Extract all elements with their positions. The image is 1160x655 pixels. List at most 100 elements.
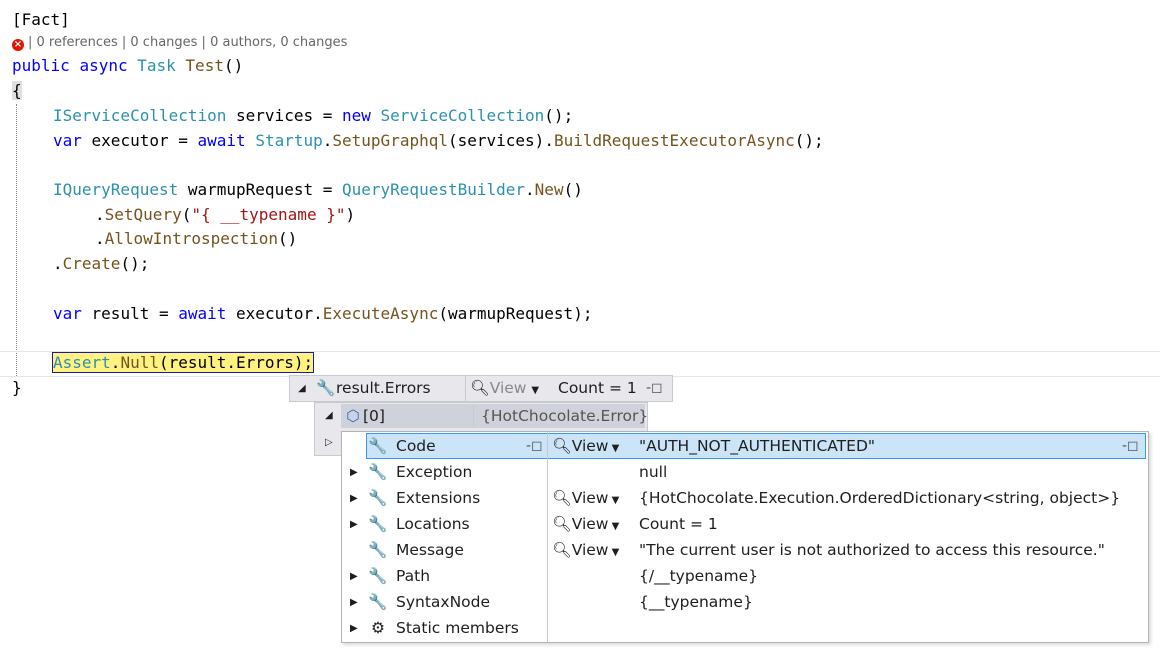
current-statement[interactable]: Assert.Null(result.Errors); xyxy=(51,352,315,373)
wrench-icon: 🔧 xyxy=(368,593,388,611)
codelens: × | 0 references | 0 changes | 0 authors,… xyxy=(12,34,347,52)
open-brace-text: { xyxy=(12,81,22,100)
datatip-row-static-members[interactable]: ▶ ⚙ Static members xyxy=(342,616,1148,642)
column-separator[interactable] xyxy=(465,376,466,401)
token: ) xyxy=(345,205,356,224)
datatip-row-locations[interactable]: ▶ 🔧 Locations 🔍︎View ▼ Count = 1 xyxy=(342,512,1148,538)
token: () xyxy=(563,180,583,199)
row-value[interactable]: {__typename} xyxy=(639,590,753,614)
row-value[interactable]: null xyxy=(639,460,667,484)
expand-arrow-icon[interactable]: ▶ xyxy=(350,467,358,478)
root-view-button[interactable]: 🔍︎View ▼ xyxy=(470,376,539,400)
view-button[interactable]: 🔍︎View ▼ xyxy=(552,434,619,458)
view-button[interactable]: 🔍︎View ▼ xyxy=(552,486,619,510)
datatip-row-path[interactable]: ▶ 🔧 Path {/__typename} xyxy=(342,564,1148,590)
token: QueryRequestBuilder xyxy=(342,180,526,199)
row-name: Code xyxy=(396,437,436,455)
code-line-services: IServiceCollection services = new Servic… xyxy=(53,104,573,128)
wrench-icon: 🔧 xyxy=(368,463,388,481)
datatip-members[interactable]: 🔧 Code -◻ -◻ 🔍︎View ▼ "AUTH_NOT_AUTHENTICATED… xyxy=(341,431,1149,643)
indent-guide xyxy=(16,104,17,376)
token: Null xyxy=(120,353,159,372)
method-signature: public async Task Test() xyxy=(12,54,243,78)
code-line-result: var result = await executor.ExecuteAsync… xyxy=(53,302,592,326)
expand-arrow-icon[interactable]: ▶ xyxy=(350,623,358,634)
collapse-arrow-icon[interactable]: ◢ xyxy=(298,383,306,394)
token: (); xyxy=(794,131,824,150)
token: SetQuery xyxy=(104,205,182,224)
datatip-row-extensions[interactable]: ▶ 🔧 Extensions 🔍︎View ▼ {HotChocolate.Execut… xyxy=(342,486,1148,512)
pin-icon[interactable]: -◻ xyxy=(526,434,543,458)
static-members-icon: ⚙ xyxy=(371,619,385,637)
view-label: View xyxy=(571,541,609,559)
dropdown-arrow-icon: ▼ xyxy=(531,385,540,396)
dropdown-arrow-icon: ▼ xyxy=(608,521,620,532)
token: ServiceCollection xyxy=(380,106,545,125)
method-parens: () xyxy=(223,56,244,75)
magnifier-icon: 🔍︎ xyxy=(470,379,490,397)
expand-arrow-icon[interactable]: ▶ xyxy=(350,493,358,504)
item-name-text: [0] xyxy=(363,407,385,425)
token: IServiceCollection xyxy=(53,106,227,125)
row-name: Message xyxy=(396,541,464,559)
magnifier-icon: 🔍︎ xyxy=(552,515,572,533)
token: (result.Errors); xyxy=(158,353,314,372)
column-separator[interactable] xyxy=(473,404,474,428)
keyword-public: public xyxy=(12,56,70,75)
datatip-row-message[interactable]: 🔧 Message 🔍︎View ▼ "The current user is not… xyxy=(342,538,1148,564)
datatip-row-syntaxnode[interactable]: ▶ 🔧 SyntaxNode {__typename} xyxy=(342,590,1148,616)
expand-arrow-icon[interactable]: ▷ xyxy=(325,437,333,448)
token: () xyxy=(278,229,298,248)
wrench-icon: 🔧 xyxy=(368,489,388,507)
close-brace: } xyxy=(12,378,22,397)
datatip-root-name[interactable]: 🔧result.Errors xyxy=(316,376,430,400)
error-icon[interactable]: × xyxy=(12,39,24,51)
view-label: View xyxy=(571,437,609,455)
token: var xyxy=(53,131,82,150)
view-label: View xyxy=(571,515,609,533)
expand-arrow-icon[interactable]: ▶ xyxy=(350,597,358,608)
open-brace: { xyxy=(12,79,22,103)
wrench-icon: 🔧 xyxy=(368,437,388,455)
code-line-assert: Assert.Null(result.Errors); xyxy=(51,351,315,375)
token: Create xyxy=(62,254,121,273)
view-button[interactable]: 🔍︎View ▼ xyxy=(552,512,619,536)
pin-icon[interactable]: -◻ xyxy=(646,376,663,400)
row-value[interactable]: Count = 1 xyxy=(639,512,718,536)
pin-icon[interactable]: -◻ xyxy=(1122,434,1139,458)
token: executor = xyxy=(81,131,198,150)
datatip-root[interactable]: ◢ 🔧result.Errors 🔍︎View ▼ Count = 1 -◻ xyxy=(289,375,673,402)
token: AllowIntrospection xyxy=(104,229,279,248)
view-label: View xyxy=(571,489,609,507)
token: (warmupRequest); xyxy=(438,304,593,323)
wrench-icon: 🔧 xyxy=(368,567,388,585)
row-name: Locations xyxy=(396,515,470,533)
expand-arrow-icon[interactable]: ▶ xyxy=(350,571,358,582)
token: services = xyxy=(226,106,342,125)
datatip-row-exception[interactable]: ▶ 🔧 Exception null xyxy=(342,460,1148,486)
root-value[interactable]: Count = 1 xyxy=(558,376,637,400)
row-value[interactable]: "AUTH_NOT_AUTHENTICATED" xyxy=(639,434,875,458)
token: var xyxy=(53,304,82,323)
collapse-arrow-icon[interactable]: ◢ xyxy=(325,410,333,421)
row-value[interactable]: "The current user is not authorized to a… xyxy=(639,538,1105,562)
row-value[interactable]: {HotChocolate.Execution.OrderedDictionar… xyxy=(639,486,1120,510)
row-name: Extensions xyxy=(396,489,481,507)
expand-arrow-icon[interactable]: ▶ xyxy=(350,519,358,530)
token: result = xyxy=(81,304,179,323)
row-value[interactable]: {/__typename} xyxy=(639,564,758,588)
token: . xyxy=(110,353,121,372)
item-value[interactable]: {HotChocolate.Error} xyxy=(481,404,648,428)
row-name: Static members xyxy=(396,619,519,637)
code-line-allowintrospection: .AllowIntrospection() xyxy=(95,227,297,251)
method-name: Test xyxy=(185,56,224,75)
object-icon: ⬡ xyxy=(346,407,360,425)
fact-attribute: [Fact] xyxy=(12,10,70,29)
token: new xyxy=(341,106,371,125)
datatip-row-code[interactable]: 🔧 Code -◻ -◻ 🔍︎View ▼ "AUTH_NOT_AUTHENTICATED… xyxy=(342,434,1148,460)
token: . xyxy=(53,254,63,273)
item-name[interactable]: ⬡ [0] xyxy=(343,404,385,428)
view-button[interactable]: 🔍︎View ▼ xyxy=(552,538,619,562)
row-name: SyntaxNode xyxy=(396,593,491,611)
codelens-text[interactable]: | 0 references | 0 changes | 0 authors, … xyxy=(28,35,347,50)
